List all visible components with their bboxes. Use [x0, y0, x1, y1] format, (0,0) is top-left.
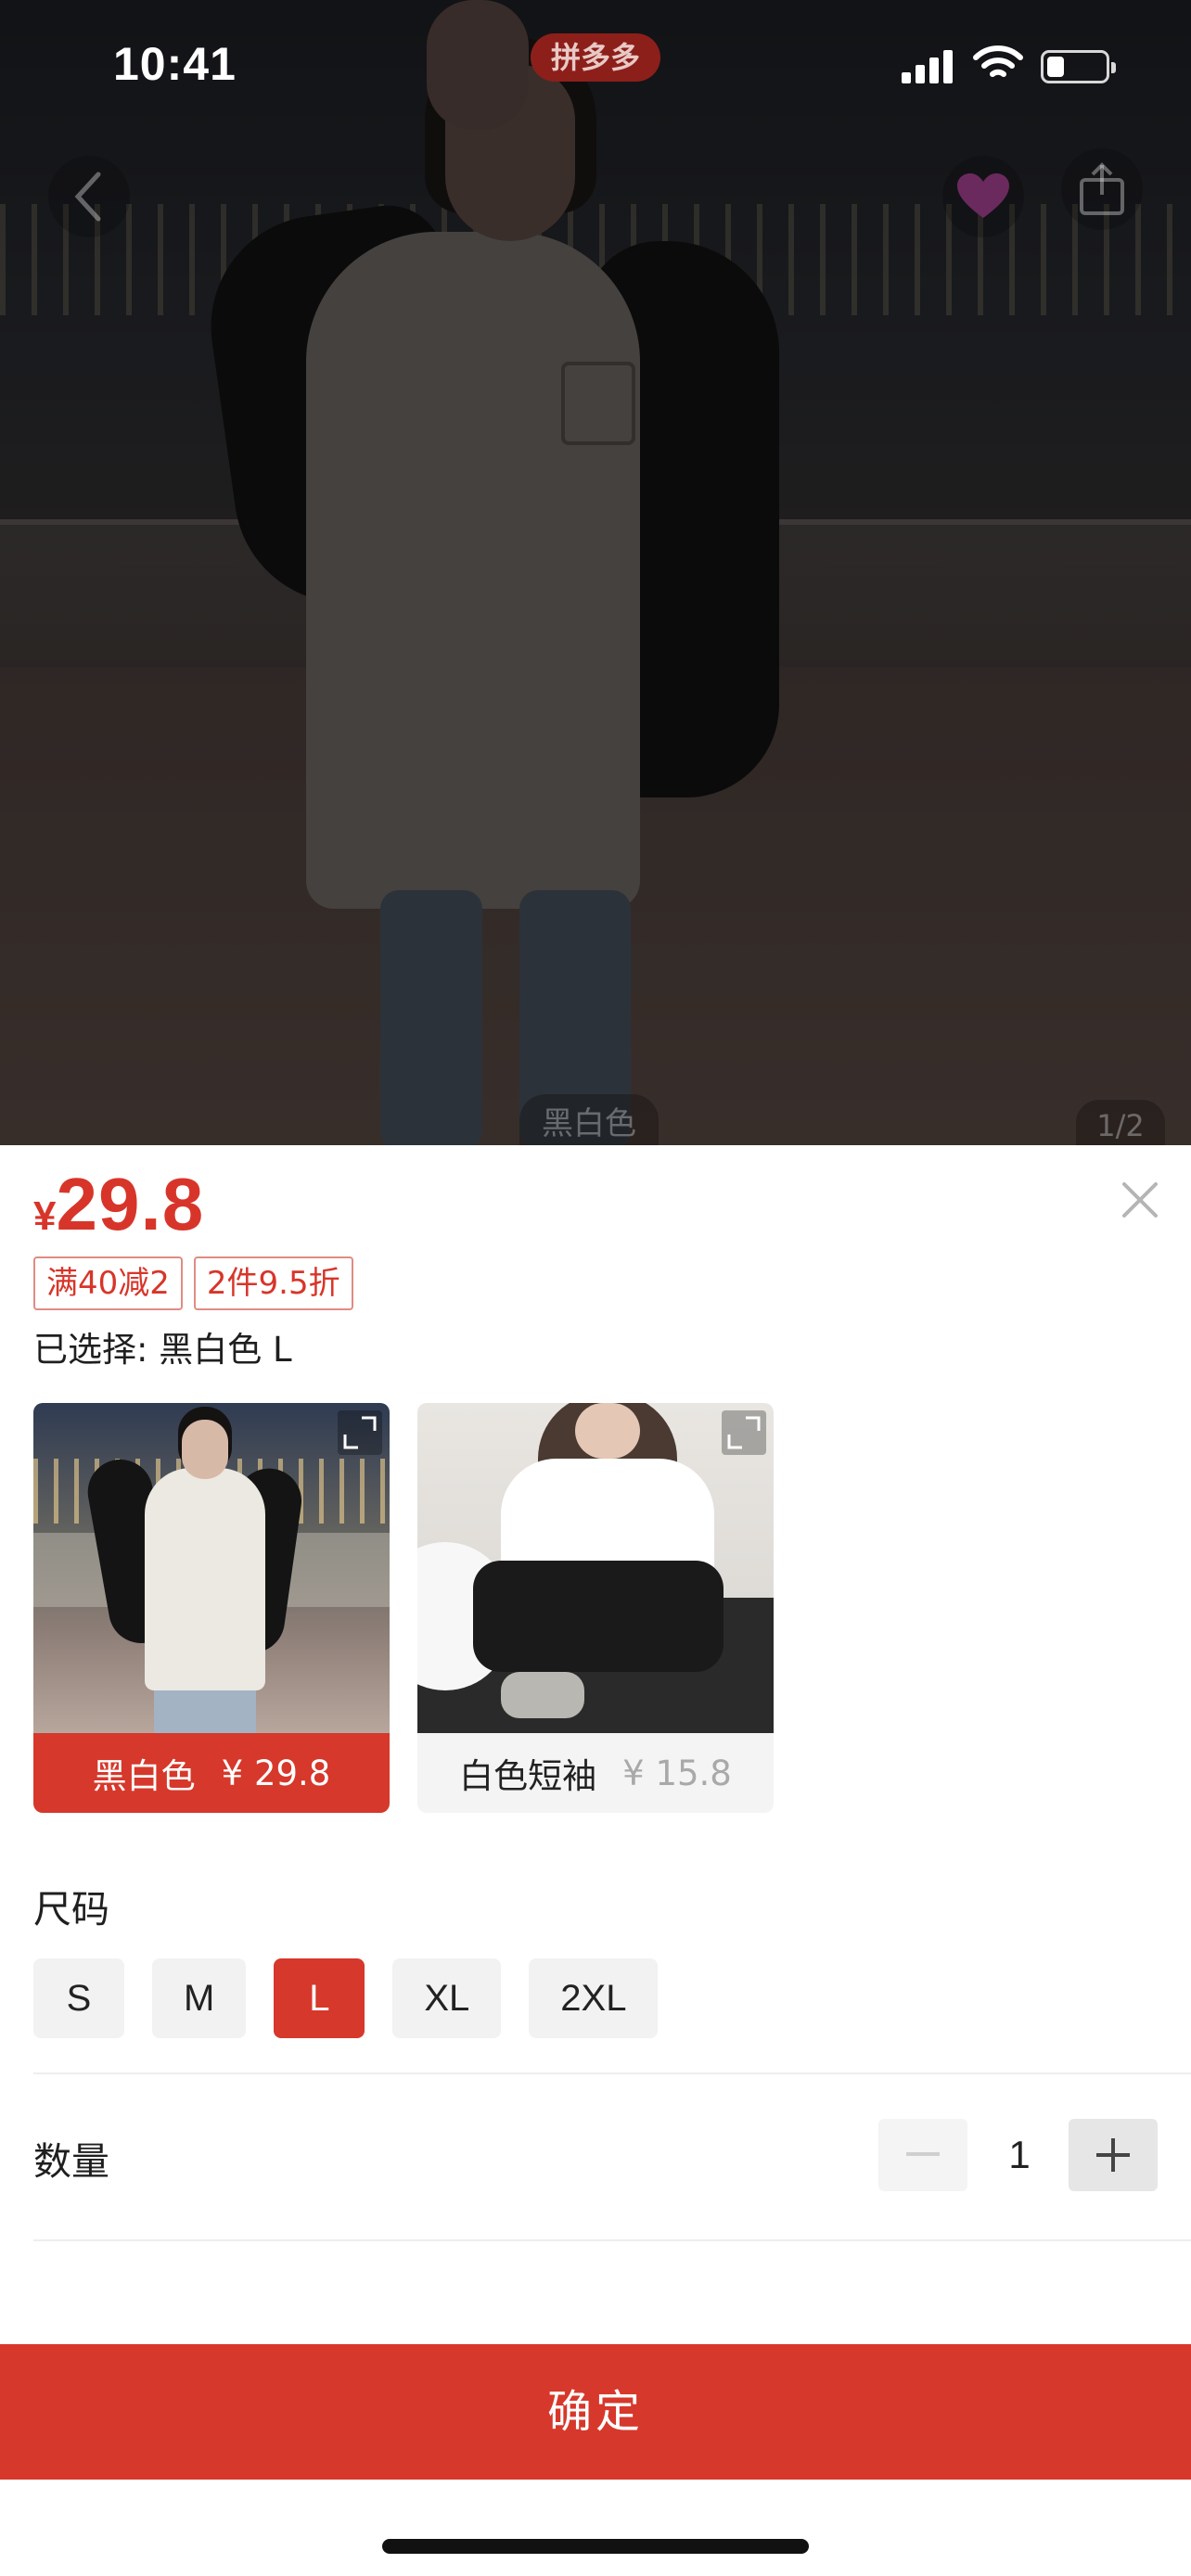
wifi-icon: [973, 45, 1023, 77]
size-options: S M L XL 2XL: [33, 1958, 659, 2038]
variant-name: 白色短袖: [459, 1756, 597, 1796]
variant-label: 黑白色 ¥ 29.8: [33, 1733, 390, 1813]
confirm-button[interactable]: 确定: [0, 2344, 1191, 2480]
chevron-left-icon: [74, 172, 101, 222]
promo-tag: 2件9.5折: [193, 1256, 353, 1310]
app-badge: 拼多多: [531, 33, 660, 82]
variant-name: 黑白色: [92, 1756, 196, 1796]
back-button[interactable]: [48, 156, 130, 237]
size-option-xl[interactable]: XL: [392, 1958, 502, 2038]
product-photo[interactable]: 黑白色 1/2: [0, 0, 1191, 1145]
image-counter: 1/2: [1076, 1100, 1165, 1145]
status-bar: 10:41 拼多多: [0, 0, 1191, 130]
size-option-s[interactable]: S: [33, 1958, 124, 2038]
size-option-l[interactable]: L: [274, 1958, 365, 2038]
heart-icon: [957, 173, 1009, 218]
promo-tag: 满40减2: [33, 1256, 183, 1310]
image-variant-caption: 黑白色: [519, 1094, 659, 1145]
expand-icon[interactable]: [722, 1410, 766, 1455]
close-icon[interactable]: [1113, 1173, 1167, 1227]
divider: [33, 2072, 1191, 2074]
share-button[interactable]: [1061, 148, 1143, 230]
share-icon: [1080, 162, 1124, 215]
quantity-value[interactable]: 1: [983, 2119, 1056, 2191]
quantity-label: 数量: [33, 2139, 109, 2184]
variant-label: 白色短袖 ¥ 15.8: [417, 1733, 774, 1813]
variant-price: ¥ 15.8: [622, 1753, 732, 1793]
home-indicator: [382, 2539, 809, 2554]
divider: [33, 2239, 1191, 2241]
variant-price: ¥ 29.8: [221, 1753, 331, 1793]
quantity-decrease-button[interactable]: [878, 2119, 967, 2191]
minus-icon: [906, 2152, 940, 2156]
color-variants: 黑白色 ¥ 29.8 白色短袖 ¥ 15.8: [33, 1403, 774, 1813]
size-section-title: 尺码: [33, 1887, 109, 1932]
variant-thumbnail: [417, 1403, 774, 1733]
expand-icon[interactable]: [338, 1410, 382, 1455]
promo-tags: 满40减2 2件9.5折: [33, 1256, 353, 1310]
price-currency: ¥: [33, 1193, 57, 1239]
battery-icon: [1041, 50, 1116, 83]
price: ¥29.8: [33, 1162, 204, 1247]
size-option-m[interactable]: M: [152, 1958, 247, 2038]
size-option-2xl[interactable]: 2XL: [529, 1958, 659, 2038]
variant-card-black-white[interactable]: 黑白色 ¥ 29.8: [33, 1403, 390, 1813]
selected-summary: 已选择: 黑白色 L: [33, 1330, 292, 1370]
cellular-signal-icon: [902, 48, 957, 83]
variant-thumbnail: [33, 1403, 390, 1733]
variant-card-white-short-sleeve[interactable]: 白色短袖 ¥ 15.8: [417, 1403, 774, 1813]
favorite-button[interactable]: [942, 156, 1024, 237]
status-time: 10:41: [113, 38, 237, 90]
plus-icon: [1096, 2138, 1130, 2172]
sku-selector-sheet: ¥29.8 满40减2 2件9.5折 已选择: 黑白色 L 黑白色 ¥ 29.8…: [0, 1145, 1191, 2576]
quantity-increase-button[interactable]: [1069, 2119, 1158, 2191]
price-amount: 29.8: [56, 1163, 205, 1245]
